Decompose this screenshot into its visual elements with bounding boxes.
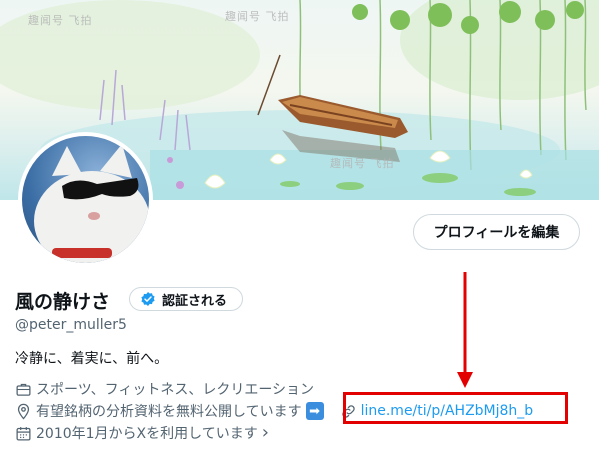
profile-location: 有望銘柄の分析資料を無料公開しています bbox=[36, 404, 302, 420]
annotation-highlight-box bbox=[343, 392, 568, 424]
profile-bio: 冷静に、着実に、前へ。 bbox=[15, 351, 169, 367]
profile-category: スポーツ、フィットネス、レクリエーション bbox=[36, 382, 315, 398]
verify-label: 認証される bbox=[162, 293, 228, 309]
arrow-right-emoji-glyph: ➡ bbox=[309, 403, 321, 419]
get-verified-button[interactable]: 認証される bbox=[129, 287, 243, 311]
profile-joined-row: 2010年1月からXを利用しています › bbox=[15, 423, 269, 443]
arrow-right-emoji-icon: ➡ bbox=[305, 402, 324, 420]
calendar-icon bbox=[16, 426, 31, 441]
banner-watermark: 趣闻号 飞拍 bbox=[330, 157, 395, 170]
profile-joined-date: 2010年1月からXを利用しています bbox=[36, 426, 258, 442]
avatar-image bbox=[22, 136, 149, 263]
display-name: 風の静けさ bbox=[15, 291, 111, 313]
annotation-arrow bbox=[457, 272, 473, 388]
avatar[interactable] bbox=[18, 132, 153, 267]
user-handle: @peter_muller5 bbox=[15, 317, 127, 333]
location-pin-icon bbox=[17, 403, 30, 420]
briefcase-icon bbox=[16, 383, 31, 396]
banner-watermark: 趣闻号 飞拍 bbox=[225, 10, 290, 23]
edit-profile-button[interactable]: プロフィールを編集 bbox=[413, 214, 580, 250]
profile-category-row: スポーツ、フィットネス、レクリエーション bbox=[15, 379, 314, 399]
verified-badge-icon bbox=[141, 292, 155, 306]
banner-watermark: 趣闻号 飞拍 bbox=[28, 14, 93, 27]
chevron-right-icon[interactable]: › bbox=[262, 424, 269, 442]
